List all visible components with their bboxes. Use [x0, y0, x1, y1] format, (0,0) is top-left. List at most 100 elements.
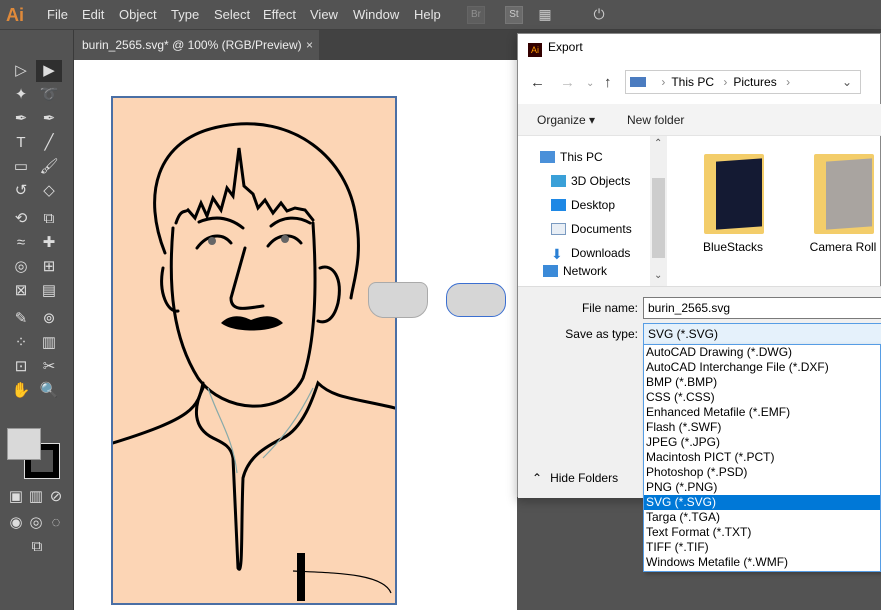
line-tool[interactable]: ╱ — [36, 132, 62, 154]
blend-tool[interactable]: ⊚ — [36, 308, 62, 330]
scale-tool[interactable]: ⧉ — [36, 208, 62, 230]
mesh-tool[interactable]: ⊠ — [8, 280, 34, 302]
type-tool[interactable]: T — [8, 132, 34, 154]
nav-this-pc[interactable]: This PC — [540, 150, 603, 164]
nose — [229, 246, 265, 310]
scroll-up-icon[interactable]: ⌃ — [654, 138, 662, 149]
left-eyebrow — [197, 216, 245, 230]
file-type-option[interactable]: Text Format (*.TXT) — [644, 525, 880, 540]
nav-documents[interactable]: Documents — [551, 222, 632, 236]
file-type-option[interactable]: Windows Metafile (*.WMF) — [644, 555, 880, 570]
file-type-option[interactable]: CSS (*.CSS) — [644, 390, 880, 405]
slice-tool[interactable]: ✂ — [36, 356, 62, 378]
file-type-option[interactable]: Targa (*.TGA) — [644, 510, 880, 525]
ai-app-icon: Ai — [528, 43, 542, 57]
document-tab[interactable]: burin_2565.svg* @ 100% (RGB/Preview) × — [74, 30, 319, 60]
file-type-option[interactable]: AutoCAD Drawing (*.DWG) — [644, 345, 880, 360]
stock-icon[interactable]: St — [505, 6, 523, 24]
folder-bluestacks[interactable]: BlueStacks — [668, 154, 768, 264]
zoom-tool[interactable]: 🔍 — [36, 380, 62, 402]
hand-tool[interactable]: ✋ — [8, 380, 34, 402]
close-tab-icon[interactable]: × — [306, 30, 313, 60]
shaper-tool[interactable]: ↺ — [8, 180, 34, 202]
file-name-input[interactable]: burin_2565.svg — [643, 297, 881, 319]
column-graph-tool[interactable]: ▥ — [36, 332, 62, 354]
file-type-option[interactable]: AutoCAD Interchange File (*.DXF) — [644, 360, 880, 375]
address-dropdown-icon[interactable]: ⌄ — [842, 71, 852, 93]
canvas[interactable] — [74, 60, 517, 610]
warp-tool[interactable]: ≈ — [8, 232, 34, 254]
color-mode-icon[interactable]: ▣ — [6, 486, 26, 508]
magic-wand-tool[interactable]: ✦ — [8, 84, 34, 106]
scrollbar-thumb[interactable] — [652, 178, 665, 258]
menu-file[interactable]: File — [47, 7, 68, 22]
breadcrumb-this-pc[interactable]: This PC — [671, 75, 714, 89]
eyedropper-tool[interactable]: ✎ — [8, 308, 34, 330]
draw-normal-icon[interactable]: ◉ — [6, 512, 26, 534]
file-type-option[interactable]: Photoshop (*.PSD) — [644, 465, 880, 480]
nav-3d-objects[interactable]: 3D Objects — [551, 174, 630, 188]
breadcrumb-pictures[interactable]: Pictures — [733, 75, 776, 89]
selection-tool[interactable]: ▶ — [36, 60, 62, 82]
shape-builder-tool[interactable]: ◎ — [8, 256, 34, 278]
perspective-grid-tool[interactable]: ⊞ — [36, 256, 62, 278]
paintbrush-tool[interactable]: 🖌 — [36, 156, 62, 178]
lasso-tool[interactable]: ➰ — [36, 84, 62, 106]
menu-view[interactable]: View — [310, 7, 338, 22]
file-type-option[interactable]: BMP (*.BMP) — [644, 375, 880, 390]
forward-arrow-icon[interactable]: → — [560, 74, 575, 91]
glasses-lens-right-selected[interactable] — [446, 283, 506, 317]
rectangle-tool[interactable]: ▭ — [8, 156, 34, 178]
glasses-lens-left[interactable] — [368, 282, 428, 318]
puppet-warp-tool[interactable]: ✚ — [36, 232, 62, 254]
symbol-sprayer-tool[interactable]: ⁘ — [8, 332, 34, 354]
draw-inside-icon[interactable]: ◌ — [46, 512, 66, 534]
folder-camera-roll[interactable]: Camera Roll — [778, 154, 878, 264]
menu-window[interactable]: Window — [353, 7, 399, 22]
artboard-tool[interactable]: ⊡ — [8, 356, 34, 378]
rotate-tool[interactable]: ⟲ — [8, 208, 34, 230]
address-bar[interactable]: › This PC › Pictures › ⌄ — [625, 70, 861, 94]
file-type-option[interactable]: JPEG (*.JPG) — [644, 435, 880, 450]
up-arrow-icon[interactable]: ↑ — [604, 74, 612, 91]
menu-object[interactable]: Object — [119, 7, 157, 22]
menu-type[interactable]: Type — [171, 7, 199, 22]
screen-mode-icon[interactable]: ⧉ — [24, 536, 50, 558]
nav-desktop[interactable]: Desktop — [551, 198, 615, 212]
nav-network[interactable]: Network — [543, 264, 607, 278]
file-type-option[interactable]: TIFF (*.TIF) — [644, 540, 880, 555]
draw-behind-icon[interactable]: ◎ — [26, 512, 46, 534]
pen-tool[interactable]: ✒ — [8, 108, 34, 130]
file-type-option[interactable]: Macintosh PICT (*.PCT) — [644, 450, 880, 465]
new-folder-button[interactable]: New folder — [627, 113, 684, 127]
gradient-tool[interactable]: ▤ — [36, 280, 62, 302]
menu-effect[interactable]: Effect — [263, 7, 296, 22]
artboard[interactable] — [111, 96, 397, 605]
curvature-tool[interactable]: ✒ — [36, 108, 62, 130]
recent-locations-chevron-icon[interactable]: ⌄ — [586, 78, 594, 89]
navigation-pane: This PC 3D Objects Desktop Documents ⬇ Do… — [518, 136, 668, 286]
menu-help[interactable]: Help — [414, 7, 441, 22]
file-type-option[interactable]: SVG (*.SVG) — [644, 495, 880, 510]
none-mode-icon[interactable]: ⊘ — [46, 486, 66, 508]
file-type-option[interactable]: PNG (*.PNG) — [644, 480, 880, 495]
menu-select[interactable]: Select — [214, 7, 250, 22]
scroll-down-icon[interactable]: ⌄ — [654, 270, 662, 281]
file-type-option[interactable]: Flash (*.SWF) — [644, 420, 880, 435]
bridge-icon[interactable]: Br — [467, 6, 485, 24]
pictures-location-icon — [630, 77, 646, 87]
gpu-performance-icon[interactable]: ⏻ — [590, 6, 608, 24]
navigation-scrollbar[interactable]: ⌃ ⌄ — [650, 136, 667, 286]
fill-swatch[interactable] — [7, 428, 41, 460]
menu-edit[interactable]: Edit — [82, 7, 104, 22]
file-type-option[interactable]: Enhanced Metafile (*.EMF) — [644, 405, 880, 420]
gradient-mode-icon[interactable]: ▥ — [26, 486, 46, 508]
organize-button[interactable]: Organize ▾ — [537, 113, 595, 127]
hide-folders-button[interactable]: ⌃ Hide Folders — [532, 471, 618, 485]
direct-selection-tool[interactable]: ▷ — [8, 60, 34, 82]
nav-downloads[interactable]: ⬇ Downloads — [551, 246, 630, 261]
save-as-type-select[interactable]: SVG (*.SVG) — [643, 323, 881, 345]
arrange-documents-icon[interactable]: ▦ ⌄ — [536, 6, 554, 38]
back-arrow-icon[interactable]: ← — [530, 74, 545, 91]
eraser-tool[interactable]: ◇ — [36, 180, 62, 202]
